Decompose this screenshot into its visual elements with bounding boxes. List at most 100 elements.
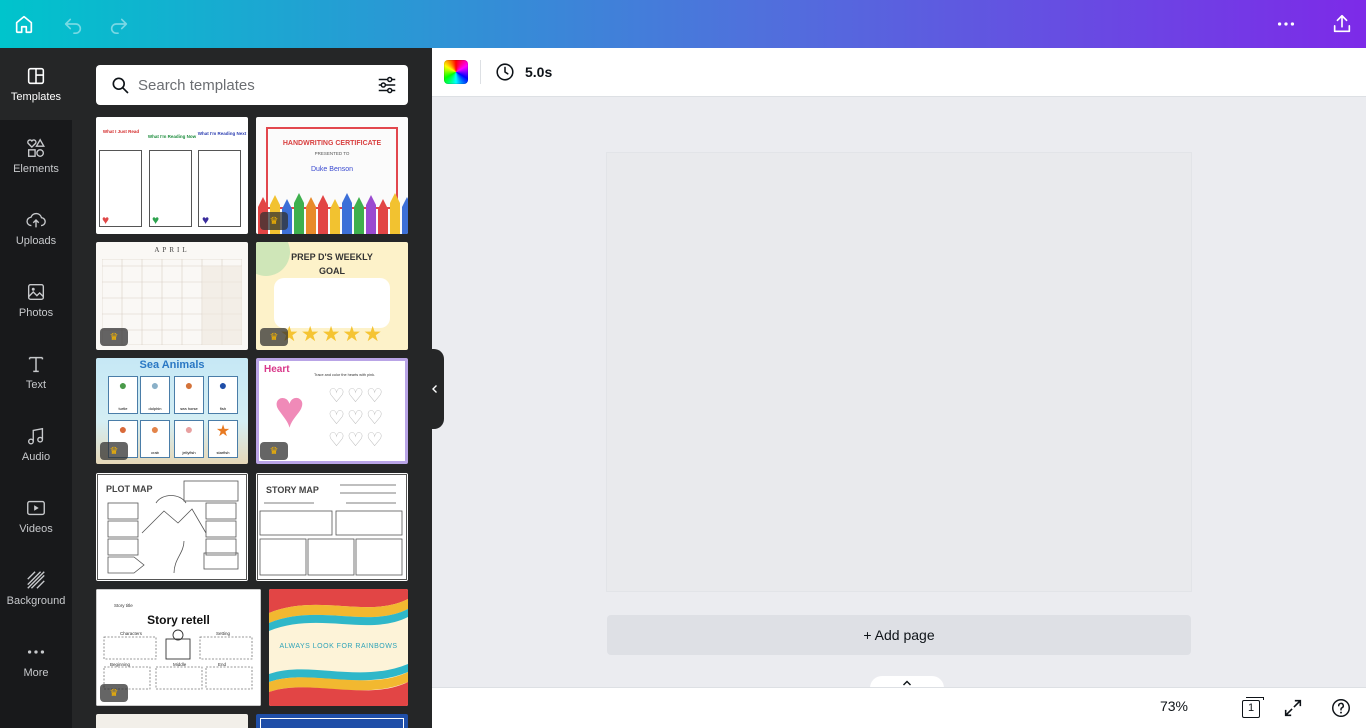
card: ● fish: [208, 376, 238, 414]
template-april-calendar[interactable]: APRIL ♛: [96, 242, 248, 350]
zoom-level[interactable]: 73%: [1154, 698, 1194, 714]
template-handwriting-certificate[interactable]: HANDWRITING CERTIFICATE PRESENTED TO Duk…: [256, 117, 408, 234]
rail-label: Uploads: [15, 235, 57, 247]
add-page-button[interactable]: + Add page: [607, 615, 1191, 655]
card-label: jellyfish: [182, 450, 196, 455]
rail-item-videos[interactable]: Videos: [0, 480, 72, 552]
premium-badge: ♛: [100, 328, 128, 346]
card-label: turtle: [118, 406, 128, 411]
template-text: Sea Animals: [139, 359, 205, 371]
rail-item-uploads[interactable]: Uploads: [0, 192, 72, 264]
rail-item-templates[interactable]: Templates: [0, 48, 72, 120]
fullscreen-icon: [1284, 699, 1302, 717]
template-text: PREP D'S WEEKLY GOAL: [291, 252, 373, 276]
template-sea-animals[interactable]: Sea Animals ● turtle ● dolphin ● sea horse …: [96, 358, 248, 464]
templates-icon: [27, 67, 45, 85]
card-label: crab: [151, 450, 159, 455]
home-button[interactable]: [8, 8, 40, 40]
duration-label: 5.0s: [525, 64, 553, 80]
template-text: APRIL: [154, 246, 190, 254]
card: ★ starfish: [208, 420, 238, 458]
rail-item-background[interactable]: Background: [0, 552, 72, 624]
rail-item-audio[interactable]: Audio: [0, 408, 72, 480]
collapse-panel-button[interactable]: [426, 349, 444, 429]
rail-item-photos[interactable]: Photos: [0, 264, 72, 336]
page-stack-edge: [1246, 697, 1264, 700]
template-text: What I'm Reading Next: [197, 131, 247, 136]
text-icon: [28, 356, 44, 373]
plot-map-drawing: [107, 480, 239, 574]
photos-icon: [27, 283, 45, 301]
rail-label: Photos: [18, 307, 54, 319]
crown-icon: ♛: [269, 331, 279, 343]
timing-button[interactable]: 5.0s: [494, 60, 552, 84]
crown-icon: ♛: [109, 687, 119, 699]
template-text: Heart: [264, 364, 290, 375]
rail-label: Elements: [13, 163, 59, 175]
template-rainbows[interactable]: ALWAYS LOOK FOR RAINBOWS: [269, 589, 408, 706]
redo-button[interactable]: [103, 8, 135, 40]
story-map-drawing: [259, 484, 403, 576]
heart-character-icon: ♥: [274, 381, 305, 439]
more-options-button[interactable]: [1270, 8, 1302, 40]
editor-toolbar: 5.0s: [432, 48, 1366, 97]
canvas-page[interactable]: [607, 153, 1191, 591]
card-label: fish: [219, 406, 227, 411]
rail-label: Templates: [10, 91, 62, 103]
more-horizontal-icon: [1277, 22, 1295, 26]
heart-icon: ♥: [152, 213, 160, 227]
template-heart-worksheet[interactable]: Heart Trace and color the hearts with pi…: [256, 358, 408, 464]
template-reading-log[interactable]: What I Just Read What I'm Reading Now Wh…: [96, 117, 248, 234]
page-count-button[interactable]: 1: [1242, 697, 1264, 719]
filter-icon[interactable]: [376, 74, 398, 96]
crown-icon: ♛: [109, 331, 119, 343]
rail-item-text[interactable]: Text: [0, 336, 72, 408]
template-text: What I Just Read: [102, 129, 140, 134]
uploads-icon: [26, 212, 46, 228]
audio-icon: [27, 427, 44, 445]
elements-icon: [27, 138, 45, 157]
frame: [260, 718, 404, 728]
template-text: Trace and color the hearts with pink.: [314, 373, 376, 377]
card: ● sea horse: [174, 376, 204, 414]
help-button[interactable]: [1330, 697, 1352, 719]
rail-label: More: [23, 667, 49, 679]
background-icon: [27, 571, 45, 589]
search-box: [96, 65, 408, 105]
fullscreen-button[interactable]: [1282, 697, 1304, 719]
template-text: What I'm Reading Now: [147, 134, 197, 139]
undo-button[interactable]: [57, 8, 89, 40]
undo-icon: [64, 18, 82, 34]
rail-item-elements[interactable]: Elements: [0, 120, 72, 192]
template-text: HANDWRITING CERTIFICATE: [282, 140, 382, 147]
crown-icon: ♛: [109, 445, 119, 457]
premium-badge: ♛: [100, 442, 128, 460]
trace-hearts: ♡♡♡ ♡♡♡ ♡♡♡: [328, 386, 386, 451]
clock-icon: [496, 63, 514, 81]
template-plot-map[interactable]: PLOT MAP: [96, 473, 248, 581]
more-icon: [27, 650, 45, 654]
goal-card: [274, 278, 390, 328]
template-weekly-goal[interactable]: PREP D'S WEEKLY GOAL ★★★★★ ♛: [256, 242, 408, 350]
rail-label: Text: [25, 379, 47, 391]
help-icon: [1332, 699, 1350, 717]
template-text: PRESENTED TO: [314, 151, 350, 156]
card: ● dolphin: [140, 376, 170, 414]
template-partial[interactable]: [256, 714, 408, 728]
divider: [480, 60, 481, 84]
card: ● jellyfish: [174, 420, 204, 458]
card-label: starfish: [216, 450, 230, 455]
rail-item-more[interactable]: More: [0, 624, 72, 696]
rail-label: Audio: [21, 451, 51, 463]
share-upload-icon: [1333, 14, 1351, 33]
share-button[interactable]: [1326, 8, 1358, 40]
search-input[interactable]: [138, 76, 368, 94]
template-partial[interactable]: [96, 714, 248, 728]
templates-panel: What I Just Read What I'm Reading Now Wh…: [72, 48, 432, 728]
top-bar: [0, 0, 1366, 48]
template-story-retell[interactable]: Story title Story retell Characters Sett…: [96, 589, 261, 706]
color-picker-icon[interactable]: [444, 60, 468, 84]
premium-badge: ♛: [100, 684, 128, 702]
card-label: dolphin: [148, 406, 162, 411]
template-story-map[interactable]: STORY MAP: [256, 473, 408, 581]
